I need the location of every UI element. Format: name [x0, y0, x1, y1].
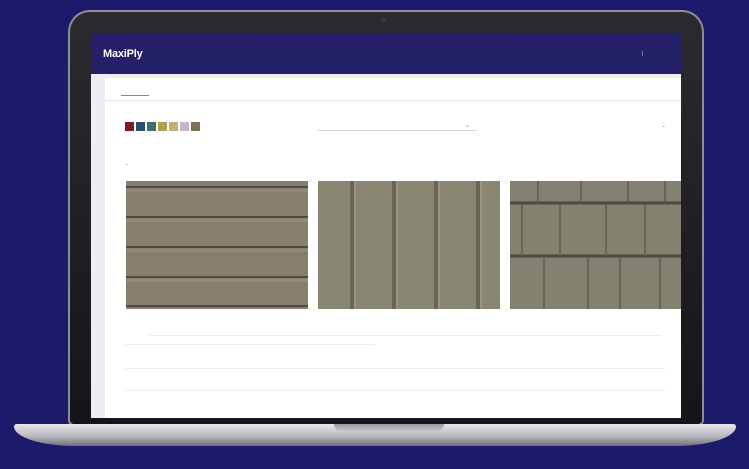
color-swatches: [125, 122, 200, 131]
chevron-down-icon[interactable]: ⌄: [465, 122, 470, 129]
tab-3[interactable]: [177, 85, 205, 95]
color-swatch[interactable]: [158, 122, 167, 131]
laptop-notch: [334, 424, 444, 431]
content-card: ⌄ ⌄ ⌄: [105, 78, 681, 418]
shake-siding-image: [510, 181, 681, 309]
header-links: |: [634, 51, 651, 57]
chevron-down-icon: ⌄: [125, 161, 130, 167]
tab-1[interactable]: [121, 85, 149, 96]
lap-siding-image: [126, 181, 308, 309]
laptop-lid: MaxiPly | ⌄ ⌄ ⌄: [68, 10, 704, 426]
app-header: MaxiPly |: [91, 34, 681, 74]
tab-2[interactable]: [149, 85, 177, 95]
color-swatch[interactable]: [125, 122, 134, 131]
color-swatch[interactable]: [169, 122, 178, 131]
color-swatch[interactable]: [147, 122, 156, 131]
tab-6[interactable]: [261, 85, 289, 95]
board-batten-image: [318, 181, 500, 309]
logo-text: MaxiPly: [103, 48, 143, 60]
product-tile-batten[interactable]: [318, 181, 500, 309]
section-divider: [125, 368, 665, 369]
color-swatch[interactable]: [136, 122, 145, 131]
brand-logo[interactable]: MaxiPly: [103, 48, 143, 60]
laptop-base: [14, 424, 736, 446]
footnote-rule: [125, 344, 375, 345]
footnote-rule: [149, 335, 661, 336]
tab-7[interactable]: [289, 85, 317, 95]
section-divider: [125, 390, 665, 391]
color-swatch[interactable]: [180, 122, 189, 131]
filter-link[interactable]: ⌄: [125, 161, 129, 167]
camera-icon: [381, 18, 386, 23]
color-swatch[interactable]: [191, 122, 200, 131]
header-separator: |: [641, 51, 643, 57]
laptop-screen: MaxiPly | ⌄ ⌄ ⌄: [91, 34, 681, 418]
tab-4[interactable]: [205, 85, 233, 95]
chevron-down-icon[interactable]: ⌄: [661, 122, 666, 129]
category-tabs: [121, 82, 317, 98]
product-tile-shake[interactable]: [510, 181, 681, 309]
product-tile-lap[interactable]: [126, 181, 308, 309]
tabs-divider: [105, 100, 681, 101]
tab-5[interactable]: [233, 85, 261, 95]
filter-select[interactable]: [317, 120, 477, 131]
